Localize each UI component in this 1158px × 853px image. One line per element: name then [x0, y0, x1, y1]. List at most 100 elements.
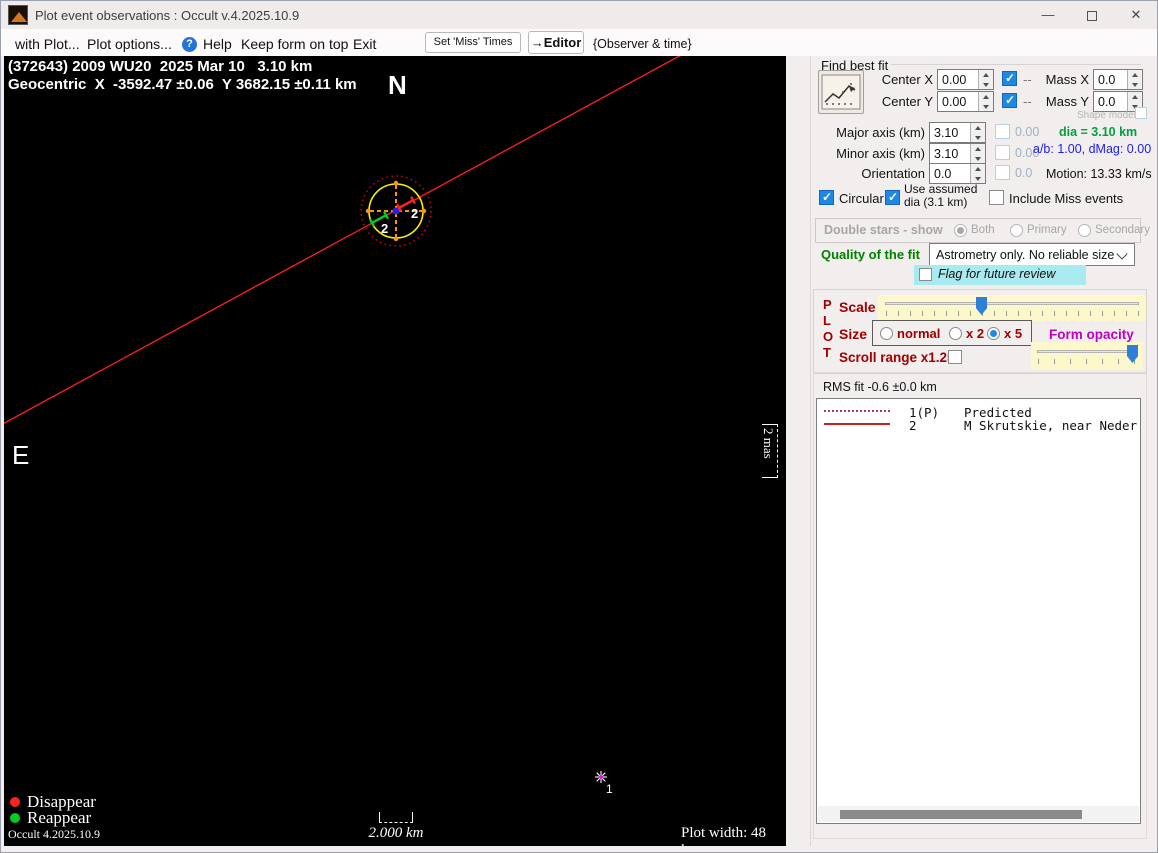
minor-axis-spin-buttons — [970, 144, 985, 163]
center-x-checkbox[interactable] — [1002, 71, 1017, 86]
orientation-label: Orientation — [861, 166, 925, 181]
size-x5-radio[interactable] — [987, 327, 1000, 340]
orientation-alt-value: 0.0 — [1015, 166, 1033, 180]
center-x-spinner[interactable]: 0.00 — [937, 69, 994, 90]
menu-plot-options[interactable]: Plot options... — [87, 36, 172, 52]
flag-review-checkbox[interactable] — [919, 268, 932, 281]
form-opacity-track — [1037, 350, 1137, 353]
listbox-hscroll-thumb[interactable] — [840, 810, 1082, 819]
orientation-spinner[interactable]: 0.0 — [929, 163, 986, 184]
spinner-up-icon[interactable] — [971, 123, 985, 133]
minimize-button[interactable]: — — [1025, 1, 1071, 29]
maximize-button[interactable] — [1069, 1, 1115, 29]
center-y-flag: -- — [1023, 94, 1032, 109]
minor-axis-checkbox[interactable] — [995, 145, 1010, 160]
double-stars-title: Double stars - show — [824, 223, 943, 237]
use-assumed-dia-label: Use assumed dia (3.1 km) — [904, 182, 978, 209]
crosshair-dot-n — [393, 180, 399, 186]
center-y-label: Center Y — [881, 94, 933, 109]
spinner-up-icon[interactable] — [1128, 70, 1142, 80]
circular-checkbox[interactable] — [819, 190, 834, 205]
mass-x-spinner[interactable]: 0.0 — [1093, 69, 1143, 90]
close-button[interactable]: ✕ — [1113, 1, 1157, 29]
size-radio-group: normal x 2 x 5 — [872, 320, 1032, 346]
orientation-value: 0.0 — [934, 167, 952, 181]
shape-model-label: Shape model — [1077, 110, 1136, 121]
minor-axis-spinner[interactable]: 3.10 — [929, 143, 986, 164]
size-x2-radio[interactable] — [949, 327, 962, 340]
scroll-range-checkbox[interactable] — [948, 350, 962, 364]
editor-button[interactable]: →Editor — [528, 31, 584, 54]
size-normal-radio[interactable] — [880, 327, 893, 340]
double-both-radio[interactable] — [954, 224, 967, 237]
orientation-checkbox[interactable] — [995, 165, 1010, 180]
observation-row[interactable]: 1(P) Predicted — [817, 405, 1140, 420]
spinner-up-icon[interactable] — [971, 164, 985, 174]
plot-letter-t: T — [823, 345, 831, 360]
plot-version-label: Occult 4.2025.10.9 — [8, 827, 100, 841]
circular-label: Circular — [839, 191, 884, 206]
observation-row[interactable]: 2 M Skrutskie, near Neder — [817, 418, 1140, 433]
listbox-hscrollbar[interactable] — [818, 806, 1139, 822]
plot-graphics — [4, 56, 681, 783]
orientation-spin-buttons — [970, 164, 985, 183]
predicted-line-swatch — [824, 410, 890, 412]
east-label: E — [12, 440, 30, 470]
spinner-down-icon[interactable] — [1128, 80, 1142, 90]
spinner-down-icon[interactable] — [971, 133, 985, 143]
spinner-down-icon[interactable] — [971, 154, 985, 164]
window-title: Plot event observations : Occult v.4.202… — [35, 8, 300, 23]
quality-label: Quality of the fit — [821, 247, 920, 262]
scale-slider-ticks — [886, 311, 1140, 316]
set-miss-times-button[interactable]: Set 'Miss' Times — [425, 32, 521, 53]
major-axis-value: 3.10 — [934, 126, 959, 140]
spinner-up-icon[interactable] — [979, 70, 993, 80]
mass-x-spin-buttons — [1127, 70, 1142, 89]
dia-text: dia = 3.10 km — [1059, 125, 1138, 139]
form-opacity-label: Form opacity — [1049, 327, 1134, 342]
menu-bar: with Plot... Plot options... ? Help Keep… — [1, 29, 1157, 56]
title-bar[interactable]: Plot event observations : Occult v.4.202… — [1, 1, 1157, 29]
crosshair-dot-e — [421, 208, 427, 214]
quality-value: Astrometry only. No reliable size — [936, 248, 1115, 262]
use-assumed-dia-checkbox[interactable] — [885, 190, 900, 205]
double-secondary-radio[interactable] — [1078, 224, 1091, 237]
menu-exit[interactable]: Exit — [353, 36, 376, 52]
spinner-up-icon[interactable] — [1128, 92, 1142, 102]
observer-time-label[interactable]: {Observer & time} — [593, 37, 692, 51]
plot-letter-o: O — [823, 329, 834, 344]
center-y-spinner[interactable]: 0.00 — [937, 91, 994, 112]
center-y-checkbox[interactable] — [1002, 93, 1017, 108]
scale-slider-track — [885, 302, 1139, 305]
menu-keep-on-top[interactable]: Keep form on top — [241, 36, 348, 52]
spinner-up-icon[interactable] — [979, 92, 993, 102]
center-x-value: 0.00 — [942, 73, 967, 87]
shape-model-checkbox[interactable] — [1135, 107, 1147, 119]
double-primary-radio[interactable] — [1010, 224, 1023, 237]
double-both-label: Both — [971, 224, 995, 236]
plot-canvas[interactable]: (372643) 2009 WU20 2025 Mar 10 3.10 km G… — [4, 56, 786, 846]
mass-x-label: Mass X — [1045, 72, 1089, 87]
observations-listbox[interactable]: 1(P) Predicted 2 M Skrutskie, near Neder — [816, 398, 1141, 824]
ab-dmag-text: a/b: 1.00, dMag: 0.00 — [1033, 142, 1152, 156]
observation-number: 2 — [909, 418, 917, 433]
menu-help[interactable]: Help — [203, 36, 232, 52]
major-axis-spin-buttons — [970, 123, 985, 142]
star-track-line — [4, 56, 681, 424]
rms-fit-label: RMS fit -0.6 ±0.0 km — [823, 380, 937, 394]
scale-slider[interactable] — [878, 295, 1146, 321]
form-opacity-slider[interactable] — [1031, 342, 1143, 369]
minimize-icon: — — [1041, 7, 1055, 22]
quality-combobox[interactable]: Astrometry only. No reliable size — [929, 243, 1135, 266]
crosshair-dot-w — [365, 208, 371, 214]
menu-with-plot[interactable]: with Plot... — [15, 36, 80, 52]
include-miss-checkbox[interactable] — [989, 190, 1004, 205]
major-axis-checkbox[interactable] — [995, 124, 1010, 139]
major-axis-spinner[interactable]: 3.10 — [929, 122, 986, 143]
spinner-down-icon[interactable] — [979, 102, 993, 112]
size-x5-label: x 5 — [1004, 326, 1023, 341]
center-x-spin-buttons — [978, 70, 993, 89]
chevron-down-icon — [1116, 248, 1128, 260]
spinner-up-icon[interactable] — [971, 144, 985, 154]
spinner-down-icon[interactable] — [979, 80, 993, 90]
